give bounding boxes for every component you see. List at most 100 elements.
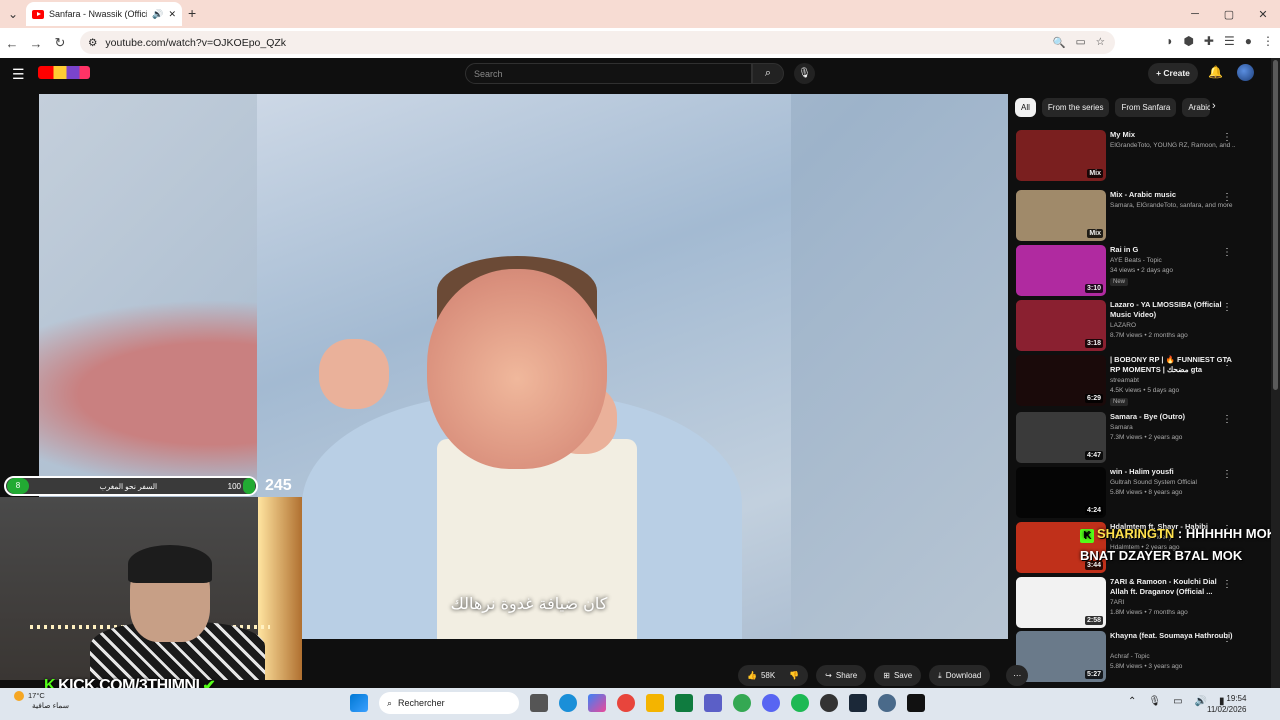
puzzle-icon[interactable]: ✚ <box>1204 34 1214 48</box>
save-button[interactable]: ⊞ Save <box>874 665 922 686</box>
recommendation-channel[interactable]: Gultrah Sound System Official <box>1110 479 1235 486</box>
back-icon[interactable]: ← <box>0 36 24 51</box>
more-options-icon[interactable]: ⋮ <box>1222 192 1232 203</box>
chip-all[interactable]: All <box>1015 98 1036 117</box>
file-explorer-icon[interactable] <box>646 694 664 712</box>
obs-icon[interactable] <box>820 694 838 712</box>
weather-widget[interactable]: 17°C سماء صافية <box>14 691 69 711</box>
chevron-up-icon[interactable]: ⌃ <box>1128 696 1136 707</box>
close-window-button[interactable]: ✕ <box>1246 0 1280 28</box>
chip-from-sanfara[interactable]: From Sanfara <box>1115 98 1177 117</box>
edge-icon[interactable] <box>559 694 577 712</box>
store-icon[interactable] <box>675 694 693 712</box>
reading-list-icon[interactable]: ☰ <box>1224 34 1235 48</box>
hamburger-menu-icon[interactable]: ☰ <box>12 66 25 83</box>
recommendation-item[interactable]: 5:27 Khayna (feat. Soumaya Hathroubi) Achr… <box>1016 631 1256 683</box>
chevron-right-icon[interactable]: › <box>1212 100 1216 112</box>
recommendation-channel[interactable]: ElGrandeToto, YOUNG RZ, Ramoon, and ... <box>1110 142 1235 149</box>
recommendation-title[interactable]: Lazaro - YA LMOSSIBA (Official Music Vid… <box>1110 300 1235 320</box>
recommendation-title[interactable]: Rai in G <box>1110 245 1235 255</box>
spotify-icon[interactable] <box>791 694 809 712</box>
search-input[interactable]: Search <box>465 63 752 84</box>
youtube-doodle-logo[interactable] <box>38 66 90 79</box>
recommendation-title[interactable]: 7ARI & Ramoon - Koulchi Dial Allah ft. D… <box>1110 577 1235 597</box>
settings-icon[interactable] <box>878 694 896 712</box>
more-options-icon[interactable]: ⋮ <box>1222 414 1232 425</box>
recommendation-thumbnail[interactable]: 6:29 <box>1016 355 1106 406</box>
recommendation-item[interactable]: 3:10 Rai in G AYE Beats - Topic 34 views • … <box>1016 245 1256 297</box>
recommendation-thumbnail[interactable]: Mix <box>1016 130 1106 181</box>
recommendation-channel[interactable]: Samara, ElGrandeToto, sanfara, and more <box>1110 202 1235 209</box>
recommendation-item[interactable]: 4:24 win - Halim yousfi Gultrah Sound Syst… <box>1016 467 1256 519</box>
minimize-button[interactable]: ─ <box>1178 0 1212 28</box>
bookmark-star-icon[interactable]: ☆ <box>1096 36 1105 49</box>
recommendation-title[interactable]: | BOBONY RP | 🔥 FUNNIEST GTA RP MOMENTS … <box>1110 355 1235 375</box>
recommendation-channel[interactable]: AYE Beats - Topic <box>1110 257 1235 264</box>
scrollbar-thumb[interactable] <box>1273 60 1278 390</box>
url-text[interactable]: youtube.com/watch?v=OJKOEpo_QZk <box>105 37 286 49</box>
recommendation-thumbnail[interactable]: 2:58 <box>1016 577 1106 628</box>
more-options-icon[interactable]: ⋮ <box>1222 579 1232 590</box>
more-options-icon[interactable]: ⋮ <box>1222 302 1232 313</box>
browser-menu-icon[interactable]: ⋮ <box>1262 34 1274 48</box>
volume-icon[interactable]: 🔊 <box>1195 696 1207 707</box>
recommendation-item[interactable]: 4:47 Samara - Bye (Outro) Samara 7.3M views… <box>1016 412 1256 464</box>
zoom-icon[interactable]: 🔍 <box>1053 36 1066 49</box>
recommendation-title[interactable]: Samara - Bye (Outro) <box>1110 412 1235 422</box>
dislike-icon[interactable]: 👎 <box>789 671 799 680</box>
recommendation-channel[interactable]: Achraf - Topic <box>1110 653 1235 660</box>
address-bar[interactable]: ⚙ youtube.com/watch?v=OJKOEpo_QZk 🔍 ▭ ☆ <box>80 31 1115 54</box>
copilot-icon[interactable] <box>588 694 606 712</box>
recommendation-thumbnail[interactable]: 4:24 <box>1016 467 1106 518</box>
clock[interactable]: 19:54 11/02/2026 <box>1207 693 1246 715</box>
task-view-icon[interactable] <box>530 694 548 712</box>
shield-extension-icon[interactable]: ⬢ <box>1183 34 1193 48</box>
more-options-icon[interactable]: ⋮ <box>1222 247 1232 258</box>
forward-icon[interactable]: → <box>24 36 48 51</box>
taskbar-search[interactable]: ⌕ Rechercher <box>379 692 519 714</box>
recommendation-thumbnail[interactable]: 5:27 <box>1016 631 1106 682</box>
teams-icon[interactable] <box>704 694 722 712</box>
recommendation-title[interactable]: Khayna (feat. Soumaya Hathroubi) <box>1110 631 1235 641</box>
like-icon[interactable]: 👍 <box>747 671 757 680</box>
network-icon[interactable]: ▭ <box>1173 696 1182 707</box>
microphone-icon[interactable]: 🎙 <box>1148 696 1161 707</box>
share-button[interactable]: ↪ Share <box>816 665 867 686</box>
page-scrollbar[interactable] <box>1271 58 1280 688</box>
like-count[interactable]: 58K <box>761 671 775 680</box>
recommendation-item[interactable]: 3:18 Lazaro - YA LMOSSIBA (Official Music… <box>1016 300 1256 352</box>
more-actions-button[interactable]: ⋯ <box>1006 665 1029 686</box>
recommendation-item[interactable]: Mix My Mix ElGrandeToto, YOUNG RZ, Ramoon,… <box>1016 130 1256 182</box>
extension-icon[interactable]: ◗ <box>1166 34 1173 48</box>
capcut-icon[interactable] <box>907 694 925 712</box>
discord-icon[interactable] <box>762 694 780 712</box>
notifications-bell-icon[interactable]: 🔔 <box>1208 65 1223 79</box>
search-button[interactable]: ⌕ <box>752 63 784 84</box>
site-info-icon[interactable]: ⚙ <box>88 37 97 49</box>
maximize-button[interactable]: ▢ <box>1212 0 1246 28</box>
steam-icon[interactable] <box>849 694 867 712</box>
recommendation-item[interactable]: 6:29 | BOBONY RP | 🔥 FUNNIEST GTA RP MOME… <box>1016 355 1256 407</box>
voice-search-icon[interactable]: 🎙 <box>794 63 815 84</box>
reload-icon[interactable]: ↻ <box>48 35 72 51</box>
tab-audio-icon[interactable]: 🔊 <box>152 9 163 20</box>
more-options-icon[interactable]: ⋮ <box>1222 132 1232 143</box>
recommendation-thumbnail[interactable]: 3:10 <box>1016 245 1106 296</box>
recommendation-thumbnail[interactable]: 3:18 <box>1016 300 1106 351</box>
recommendation-item[interactable]: Mix Mix - Arabic music Samara, ElGrandeTot… <box>1016 190 1256 242</box>
download-button[interactable]: ⤓ Download <box>929 665 991 686</box>
new-tab-button[interactable]: + <box>188 5 196 21</box>
more-options-icon[interactable]: ⋮ <box>1222 633 1232 644</box>
create-button[interactable]: + Create <box>1148 63 1198 84</box>
recommendation-item[interactable]: 2:58 7ARI & Ramoon - Koulchi Dial Allah f… <box>1016 577 1256 629</box>
chrome-active-icon[interactable] <box>733 694 751 712</box>
tab-search-menu[interactable]: ⌄ <box>0 0 26 28</box>
profile-icon[interactable]: ● <box>1245 34 1252 48</box>
more-options-icon[interactable]: ⋮ <box>1222 357 1232 368</box>
cast-icon[interactable]: ▭ <box>1076 36 1086 49</box>
avatar[interactable] <box>1237 64 1254 81</box>
tab-close-icon[interactable]: ✕ <box>168 9 176 20</box>
recommendation-channel[interactable]: Samara <box>1110 424 1235 431</box>
recommendation-channel[interactable]: LAZARO <box>1110 322 1235 329</box>
recommendation-thumbnail[interactable]: Mix <box>1016 190 1106 241</box>
